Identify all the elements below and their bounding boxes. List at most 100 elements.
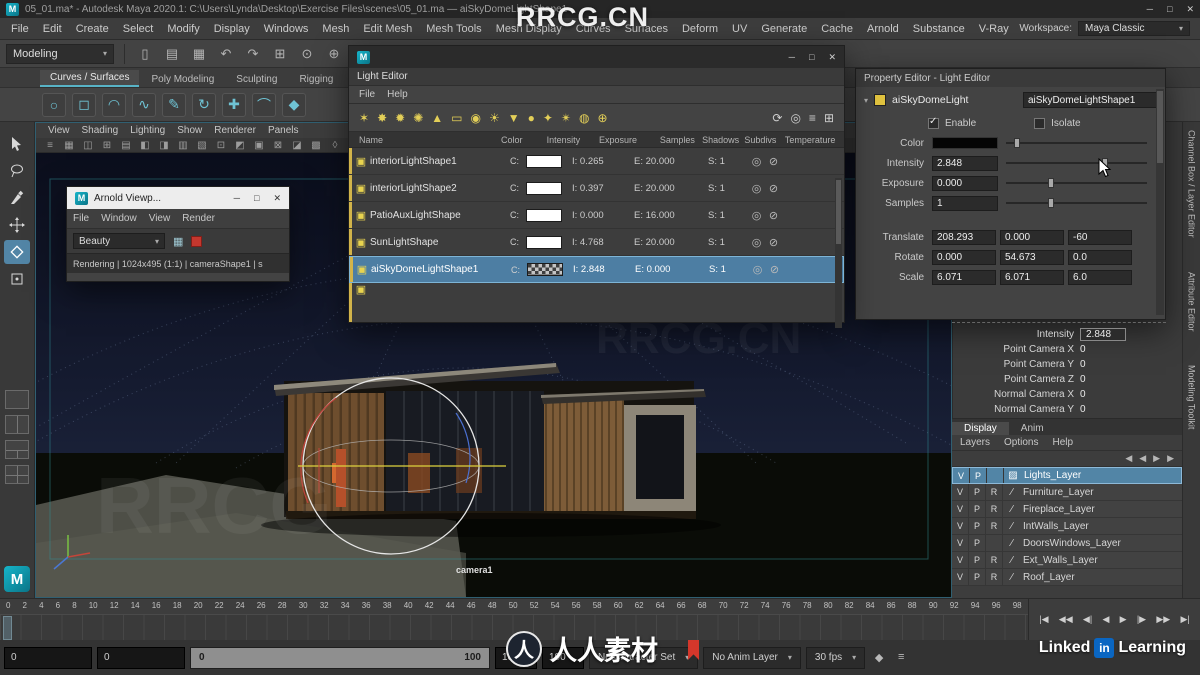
refresh-icon[interactable]: ⟳ <box>772 111 782 125</box>
layer-row[interactable]: V P ▨ Lights_Layer <box>952 467 1182 484</box>
menu-arnold[interactable]: Arnold <box>860 23 906 35</box>
mesh-light-icon[interactable]: ☀ <box>489 111 500 125</box>
step-back-key-button[interactable]: ◀| <box>1083 614 1092 625</box>
spot-light-icon[interactable]: ✹ <box>395 111 405 125</box>
light-group-icon[interactable]: ✴ <box>561 111 571 125</box>
layer-row[interactable]: V P R ∕ Fireplace_Layer <box>952 501 1182 518</box>
shadows-icon[interactable]: ⊠ <box>270 140 286 151</box>
shadow-toggle-icon[interactable]: ◎ <box>748 209 765 222</box>
channel-row[interactable]: Normal Camera Y 0 <box>952 402 1166 417</box>
step-forward-key-button[interactable]: |▶ <box>1137 614 1146 625</box>
disable-toggle-icon[interactable]: ⊘ <box>765 182 782 195</box>
viewport-menu-renderer[interactable]: Renderer <box>208 125 262 136</box>
enable-checkbox[interactable] <box>928 116 939 129</box>
add-points-icon[interactable]: ✚ <box>222 92 246 117</box>
collapse-arrow-icon[interactable]: ▾ <box>864 96 868 105</box>
property-editor-scrollbar[interactable] <box>1156 89 1164 315</box>
auto-keyframe-icon[interactable]: ◆ <box>870 651 888 664</box>
slider-handle[interactable] <box>1014 138 1021 148</box>
layer-row[interactable]: V P R ∕ Ext_Walls_Layer <box>952 552 1182 569</box>
add-light-icon[interactable]: ⊕ <box>597 111 607 125</box>
layer-visibility-toggle[interactable]: V <box>952 484 969 500</box>
transform-field[interactable]: -60 <box>1068 229 1132 245</box>
shaded-icon[interactable]: ⊡ <box>213 140 229 151</box>
color-swatch[interactable] <box>526 235 562 249</box>
channel-row[interactable]: Point Camera X 0 <box>952 342 1166 357</box>
layer-row[interactable]: V P R ∕ IntWalls_Layer <box>952 518 1182 535</box>
light-row[interactable]: ▣ SunLightShape C: I: 4.768 E: 20.000 S: 1 ◎ ⊘ <box>349 229 844 256</box>
light-row[interactable]: ▣ interiorLightShape1 C: I: 0.265 E: 20.000 S… <box>349 148 844 175</box>
layer-playback-toggle[interactable]: P <box>970 468 987 483</box>
film-gate-icon[interactable]: ◫ <box>80 140 96 151</box>
step-forward-frame-button[interactable]: ▶▶ <box>1156 614 1170 625</box>
property-value-field[interactable]: 1 <box>932 195 998 211</box>
property-slider[interactable] <box>1006 178 1147 188</box>
transform-field[interactable]: 6.0 <box>1068 269 1132 285</box>
open-scene-icon[interactable]: ▤ <box>162 44 182 64</box>
pencil-curve-icon[interactable]: ✎ <box>162 92 186 117</box>
layer-visibility-toggle[interactable]: V <box>952 569 969 585</box>
color-slider[interactable] <box>1006 138 1147 148</box>
property-editor-title-bar[interactable]: Property Editor - Light Editor <box>856 69 1165 87</box>
arnold-menu-render[interactable]: Render <box>176 213 221 224</box>
channel-value[interactable]: 0 <box>1080 344 1126 355</box>
select-camera-icon[interactable]: ≡ <box>42 140 58 151</box>
safe-action-icon[interactable]: ◨ <box>156 140 172 151</box>
minimize-button[interactable]: ─ <box>1147 4 1153 15</box>
transform-field[interactable]: 6.071 <box>1000 269 1064 285</box>
photometric-light-icon[interactable]: ▼ <box>508 111 520 125</box>
aov-dropdown[interactable]: Beauty ▾ <box>73 233 165 249</box>
light-row[interactable]: ▣ aiSkyDomeLightShape1 C: I: 2.848 E: 0.000 S… <box>349 256 844 283</box>
layer-new-icon[interactable]: ▶ <box>1167 453 1174 464</box>
freehand-curve-icon[interactable]: ∿ <box>132 92 156 117</box>
layer-playback-toggle[interactable]: P <box>969 535 986 551</box>
look-through-icon[interactable]: ◎ <box>790 111 800 125</box>
side-tab-attribute-editor[interactable]: Attribute Editor <box>1187 272 1197 332</box>
area-light-icon[interactable]: ✺ <box>413 111 423 125</box>
transform-field[interactable]: 54.673 <box>1000 249 1064 265</box>
menu-uv[interactable]: UV <box>725 23 754 35</box>
physical-sky-icon[interactable]: ✦ <box>543 111 553 125</box>
menu-set-dropdown[interactable]: Modeling ▾ <box>6 43 114 64</box>
menu-v-ray[interactable]: V-Ray <box>972 23 1016 35</box>
ambient-light-icon[interactable]: ▭ <box>451 111 462 125</box>
layer-display-type-toggle[interactable]: R <box>986 501 1003 517</box>
paint-selection-tool-button[interactable] <box>4 186 30 210</box>
light-editor-menu-help[interactable]: Help <box>381 89 414 100</box>
shadow-toggle-icon[interactable]: ◎ <box>748 236 765 249</box>
disable-toggle-icon[interactable]: ⊘ <box>766 263 783 276</box>
transform-field[interactable]: 0.0 <box>1068 249 1132 265</box>
channel-row[interactable]: Intensity 2.848 <box>952 327 1166 342</box>
close-button[interactable]: ✕ <box>273 193 281 204</box>
property-slider[interactable] <box>1006 158 1147 168</box>
filter-icon[interactable]: ⊞ <box>824 111 834 125</box>
revolve-icon[interactable]: ↻ <box>192 92 216 117</box>
layer-menu-layers[interactable]: Layers <box>954 437 996 448</box>
layer-visibility-toggle[interactable]: V <box>952 552 969 568</box>
menu-file[interactable]: File <box>4 23 36 35</box>
arnold-title-bar[interactable]: M Arnold Viewp... ─ □ ✕ <box>67 187 289 209</box>
menu-mesh-tools[interactable]: Mesh Tools <box>419 23 488 35</box>
menu-cache[interactable]: Cache <box>814 23 860 35</box>
layer-row[interactable]: V P ∕ DoorsWindows_Layer <box>952 535 1182 552</box>
color-swatch[interactable] <box>526 208 562 222</box>
undo-icon[interactable]: ↶ <box>216 44 236 64</box>
layer-display-type-toggle[interactable]: R <box>986 552 1003 568</box>
shelf-tab-sculpting[interactable]: Sculpting <box>226 72 287 87</box>
layer-tab-display[interactable]: Display <box>952 422 1009 435</box>
layer-display-type-toggle[interactable] <box>986 535 1003 551</box>
layer-move-down-icon[interactable]: ◀ <box>1139 453 1146 464</box>
channel-value[interactable]: 0 <box>1080 359 1126 370</box>
layer-visibility-toggle[interactable]: V <box>952 535 969 551</box>
layer-playback-toggle[interactable]: P <box>969 569 986 585</box>
select-tool-button[interactable] <box>4 132 30 156</box>
transform-field[interactable]: 6.071 <box>932 269 996 285</box>
go-to-start-button[interactable]: |◀ <box>1039 614 1048 625</box>
grid-toggle-icon[interactable]: ▦ <box>61 140 77 151</box>
disable-toggle-icon[interactable]: ⊘ <box>765 155 782 168</box>
snap-to-curve-icon[interactable]: ⊙ <box>297 44 317 64</box>
layer-row[interactable]: V P R ∕ Furniture_Layer <box>952 484 1182 501</box>
node-color-swatch[interactable] <box>874 94 887 106</box>
menu-substance[interactable]: Substance <box>906 23 972 35</box>
isolate-select-icon[interactable]: ◊ <box>327 140 343 151</box>
